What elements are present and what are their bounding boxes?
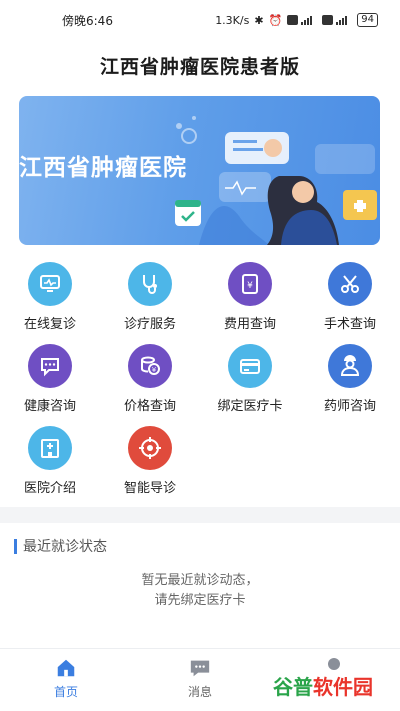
home-icon <box>57 659 75 677</box>
section-title: 最近就诊状态 <box>23 539 107 555</box>
service-label: 诊疗服务 <box>123 317 176 332</box>
service-label: 费用查询 <box>223 317 276 332</box>
hero-banner[interactable]: 江西省肿瘤医院 <box>19 96 380 245</box>
pharmacist-icon <box>328 344 372 388</box>
status-bar: 傍晚6:46 1.3K/s ✱ ⏰ 94 <box>0 0 400 40</box>
service-pharmacist-consult[interactable]: 药师咨询 <box>300 344 400 419</box>
hospital-icon <box>28 426 72 470</box>
card-icon <box>228 344 272 388</box>
empty-message-line2: 请先绑定医疗卡 <box>154 593 246 608</box>
banner-title: 江西省肿瘤医院 <box>19 155 187 181</box>
service-price-query[interactable]: ¥ 价格查询 <box>100 344 200 419</box>
service-hospital-intro[interactable]: 医院介绍 <box>0 426 100 501</box>
service-label: 在线复诊 <box>23 317 76 332</box>
recent-visits-header: 最近就诊状态 <box>14 536 107 556</box>
service-bind-card[interactable]: 绑定医疗卡 <box>200 344 300 419</box>
watermark-part1: 谷普 <box>273 675 313 699</box>
section-divider <box>0 507 400 523</box>
stethoscope-icon <box>128 262 172 306</box>
service-label: 绑定医疗卡 <box>217 399 283 414</box>
watermark-part2: 软件园 <box>313 675 373 699</box>
service-label: 价格查询 <box>123 399 176 414</box>
service-surgery-query[interactable]: 手术查询 <box>300 262 400 337</box>
recent-empty-state: 暂无最近就诊动态， 请先绑定医疗卡 <box>0 571 400 611</box>
signal-4g-icon <box>287 15 313 25</box>
empty-message-line1: 暂无最近就诊动态， <box>141 573 259 588</box>
page-title: 江西省肿瘤医院患者版 <box>99 56 300 78</box>
service-health-consult[interactable]: 健康咨询 <box>0 344 100 419</box>
service-label: 手术查询 <box>323 317 376 332</box>
service-label: 医院介绍 <box>23 481 76 496</box>
target-icon <box>128 426 172 470</box>
service-smart-triage[interactable]: 智能导诊 <box>100 426 200 501</box>
bill-icon: ¥ <box>228 262 272 306</box>
user-icon[interactable] <box>327 657 341 671</box>
service-online-revisit[interactable]: 在线复诊 <box>0 262 100 337</box>
service-label: 智能导诊 <box>123 481 176 496</box>
svg-text:¥: ¥ <box>152 366 157 374</box>
svg-text:¥: ¥ <box>247 281 253 291</box>
service-fee-query[interactable]: ¥ 费用查询 <box>200 262 300 337</box>
section-accent-bar <box>14 538 17 554</box>
chat-bubble-icon <box>28 344 72 388</box>
tab-home[interactable]: 首页 <box>26 657 106 700</box>
signal-4g-icon <box>322 15 348 25</box>
status-indicators: 1.3K/s ✱ ⏰ 94 <box>215 13 378 27</box>
price-icon: ¥ <box>128 344 172 388</box>
watermark-logo: 谷普 软件园 <box>273 671 373 700</box>
scissors-icon <box>328 262 372 306</box>
tab-label: 首页 <box>53 685 78 699</box>
alarm-icon: ⏰ <box>268 13 283 27</box>
network-speed: 1.3K/s <box>215 13 250 27</box>
service-diagnosis[interactable]: 诊疗服务 <box>100 262 200 337</box>
tab-messages[interactable]: 消息 <box>160 657 240 700</box>
battery-indicator: 94 <box>357 13 378 27</box>
tab-label: 消息 <box>187 685 212 699</box>
service-label: 药师咨询 <box>323 399 376 414</box>
bluetooth-icon: ✱ <box>254 13 264 27</box>
service-label: 健康咨询 <box>23 399 76 414</box>
monitor-icon <box>28 262 72 306</box>
message-icon <box>190 660 210 677</box>
status-time: 傍晚6:46 <box>62 13 113 28</box>
